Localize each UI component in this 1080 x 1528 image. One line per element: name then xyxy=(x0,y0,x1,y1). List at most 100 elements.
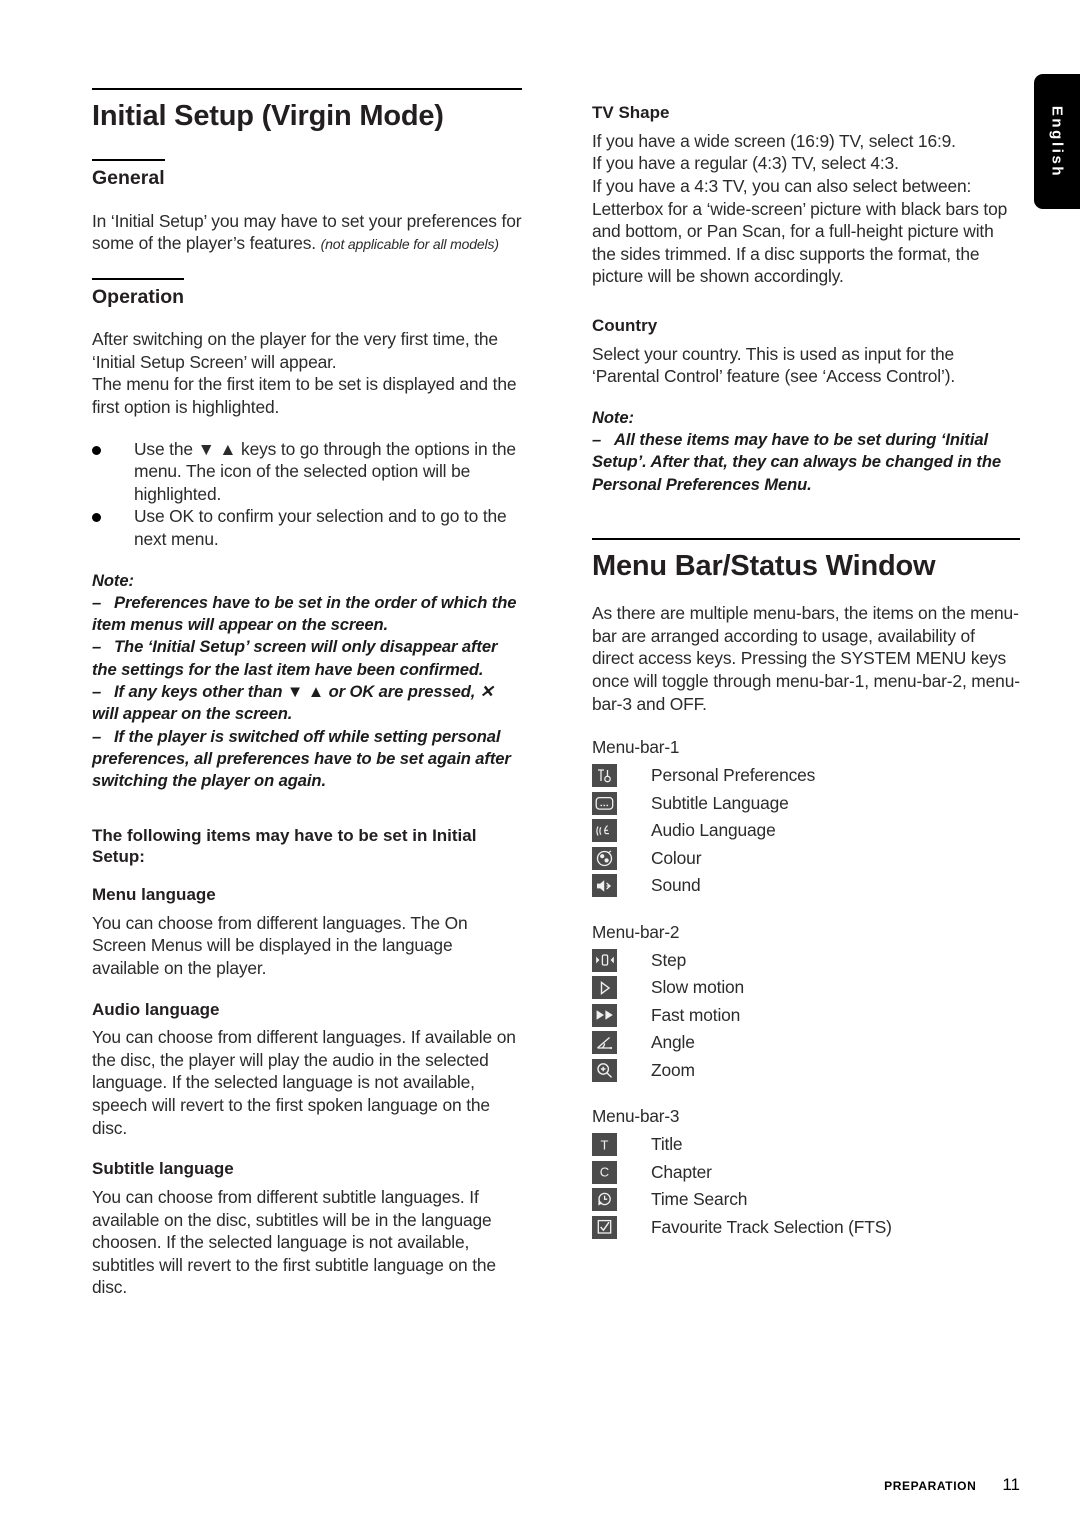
list-item[interactable]: C Chapter xyxy=(592,1159,1020,1187)
tools-icon xyxy=(592,764,617,788)
menu-bar-body: As there are multiple menu-bars, the ite… xyxy=(592,603,1020,714)
icon-label: Audio Language xyxy=(651,820,776,841)
section-general-heading-wrap: General xyxy=(92,159,165,190)
list-item[interactable]: Slow motion xyxy=(592,974,1020,1002)
note-text: If the player is switched off while sett… xyxy=(92,726,511,791)
icon-label: Fast motion xyxy=(651,1004,741,1025)
list-item[interactable]: Sound xyxy=(592,872,1020,900)
list-item[interactable]: Personal Preferences xyxy=(592,762,1020,790)
icon-label: Favourite Track Selection (FTS) xyxy=(651,1216,892,1237)
icon-label: Sound xyxy=(651,875,701,896)
fast-motion-icon xyxy=(592,1003,617,1027)
tv-shape-body: If you have a wide screen (16:9) TV, sel… xyxy=(592,130,1008,287)
chapter-icon: C xyxy=(592,1160,617,1184)
colour-icon xyxy=(592,846,617,870)
section-operation-heading: Operation xyxy=(92,277,185,309)
menu-bar-2-label: Menu-bar-2 xyxy=(592,921,680,942)
note-item: – Preferences have to be set in the order… xyxy=(92,592,522,637)
general-body-note: (not applicable for all models) xyxy=(320,236,499,253)
manual-page: Initial Setup (Virgin Mode) General In ‘… xyxy=(0,0,1080,1528)
note-item: – All these items may have to be set duri… xyxy=(592,429,1020,496)
audio-language-icon xyxy=(592,819,617,843)
icon-label: Zoom xyxy=(651,1059,695,1080)
list-item[interactable]: Step xyxy=(592,947,1020,975)
menu-bar-1-label: Menu-bar-1 xyxy=(592,737,680,758)
bullet-icon xyxy=(92,445,101,455)
svg-text:C: C xyxy=(600,1165,609,1180)
right-column: TV Shape If you have a wide screen (16:9… xyxy=(592,88,1020,1241)
menu-bar-3-label: Menu-bar-3 xyxy=(592,1106,680,1127)
section-operation-heading-wrap: Operation xyxy=(92,277,185,309)
footer-chapter: Preparation xyxy=(884,1476,977,1494)
menu-bar-title: Menu Bar/Status Window xyxy=(592,538,1020,583)
audio-language-heading: Audio language xyxy=(92,999,220,1019)
list-item[interactable]: Favourite Track Selection (FTS) xyxy=(592,1214,1020,1242)
icon-label: Step xyxy=(651,949,687,970)
menu-language-heading: Menu language xyxy=(92,885,216,904)
tv-shape-heading: TV Shape xyxy=(592,103,670,122)
audio-language-body: You can choose from different languages.… xyxy=(92,1027,516,1138)
time-search-icon xyxy=(592,1188,617,1212)
general-body: In ‘Initial Setup’ you may have to set y… xyxy=(92,210,522,256)
section-general-heading: General xyxy=(92,159,165,190)
note-text: If any keys other than ▼ ▲ or OK are pre… xyxy=(92,682,494,724)
items-intro-heading: The following items may have to be set i… xyxy=(92,825,477,867)
operation-bullet-list: Use the ▼ ▲ keys to go through the optio… xyxy=(92,438,522,551)
left-column: Initial Setup (Virgin Mode) General In ‘… xyxy=(92,88,522,1299)
list-item[interactable]: T Title xyxy=(592,1131,1020,1159)
page-title: Initial Setup (Virgin Mode) xyxy=(92,88,522,133)
zoom-icon xyxy=(592,1058,617,1082)
list-item[interactable]: Audio Language xyxy=(592,817,1020,845)
slow-motion-icon xyxy=(592,976,617,1000)
note-dash: – xyxy=(92,637,102,657)
note-text: The ‘Initial Setup’ screen will only dis… xyxy=(92,637,498,679)
note-item: – If any keys other than ▼ ▲ or OK are pr… xyxy=(92,681,522,726)
list-item: Use OK to confirm your selection and to … xyxy=(92,505,522,550)
list-item[interactable]: Time Search xyxy=(592,1186,1020,1214)
note-item: – The ‘Initial Setup’ screen will only di… xyxy=(92,636,522,681)
note-dash: – xyxy=(92,682,102,702)
sound-icon xyxy=(592,874,617,898)
operation-note-block: Note: – Preferences have to be set in the… xyxy=(92,570,522,793)
note-dash: – xyxy=(592,430,602,450)
menu-bar-group-3: Menu-bar-3 T Title C Chapter Time Search… xyxy=(592,1106,1020,1241)
angle-icon xyxy=(592,1031,617,1055)
note-item: – If the player is switched off while set… xyxy=(92,726,522,793)
list-item[interactable]: Colour xyxy=(592,845,1020,873)
icon-label: Angle xyxy=(651,1032,695,1053)
list-item[interactable]: Zoom xyxy=(592,1057,1020,1085)
note-text: All these items may have to be set durin… xyxy=(592,430,1002,494)
bullet-text: Use the ▼ ▲ keys to go through the optio… xyxy=(134,438,516,504)
country-body: Select your country. This is used as inp… xyxy=(592,343,956,387)
icon-label: Colour xyxy=(651,847,702,868)
note-label: Note: xyxy=(92,570,134,590)
fts-icon xyxy=(592,1215,617,1239)
menu-bar-group-2: Menu-bar-2 Step Slow motion Fast motion xyxy=(592,922,1020,1085)
menu-bar-group-1: Menu-bar-1 Personal Preferences Subtitle… xyxy=(592,737,1020,900)
note-dash: – xyxy=(92,592,102,612)
list-item: Use the ▼ ▲ keys to go through the optio… xyxy=(92,438,522,506)
icon-label: Title xyxy=(651,1134,683,1155)
subtitle-icon xyxy=(592,791,617,815)
icon-label: Personal Preferences xyxy=(651,765,816,786)
bullet-text: Use OK to confirm your selection and to … xyxy=(134,506,507,549)
page-footer: Preparation 11 xyxy=(0,1475,1020,1495)
operation-intro: After switching on the player for the ve… xyxy=(92,329,517,417)
footer-page-number: 11 xyxy=(1002,1475,1020,1494)
icon-label: Chapter xyxy=(651,1161,712,1182)
country-note-block: Note: – All these items may have to be se… xyxy=(592,407,1020,496)
country-heading: Country xyxy=(592,315,658,335)
icon-label: Time Search xyxy=(651,1189,748,1210)
language-tab: English xyxy=(1034,74,1080,209)
list-item[interactable]: Subtitle Language xyxy=(592,790,1020,818)
title-icon: T xyxy=(592,1133,617,1157)
step-icon xyxy=(592,948,617,972)
list-item[interactable]: Fast motion xyxy=(592,1002,1020,1030)
note-text: Preferences have to be set in the order … xyxy=(92,592,517,635)
subtitle-language-heading: Subtitle language xyxy=(92,1159,234,1179)
language-tab-label: English xyxy=(1048,105,1066,178)
icon-label: Slow motion xyxy=(651,977,745,998)
icon-label: Subtitle Language xyxy=(651,792,789,813)
subtitle-language-body: You can choose from different subtitle l… xyxy=(92,1187,496,1298)
list-item[interactable]: Angle xyxy=(592,1029,1020,1057)
